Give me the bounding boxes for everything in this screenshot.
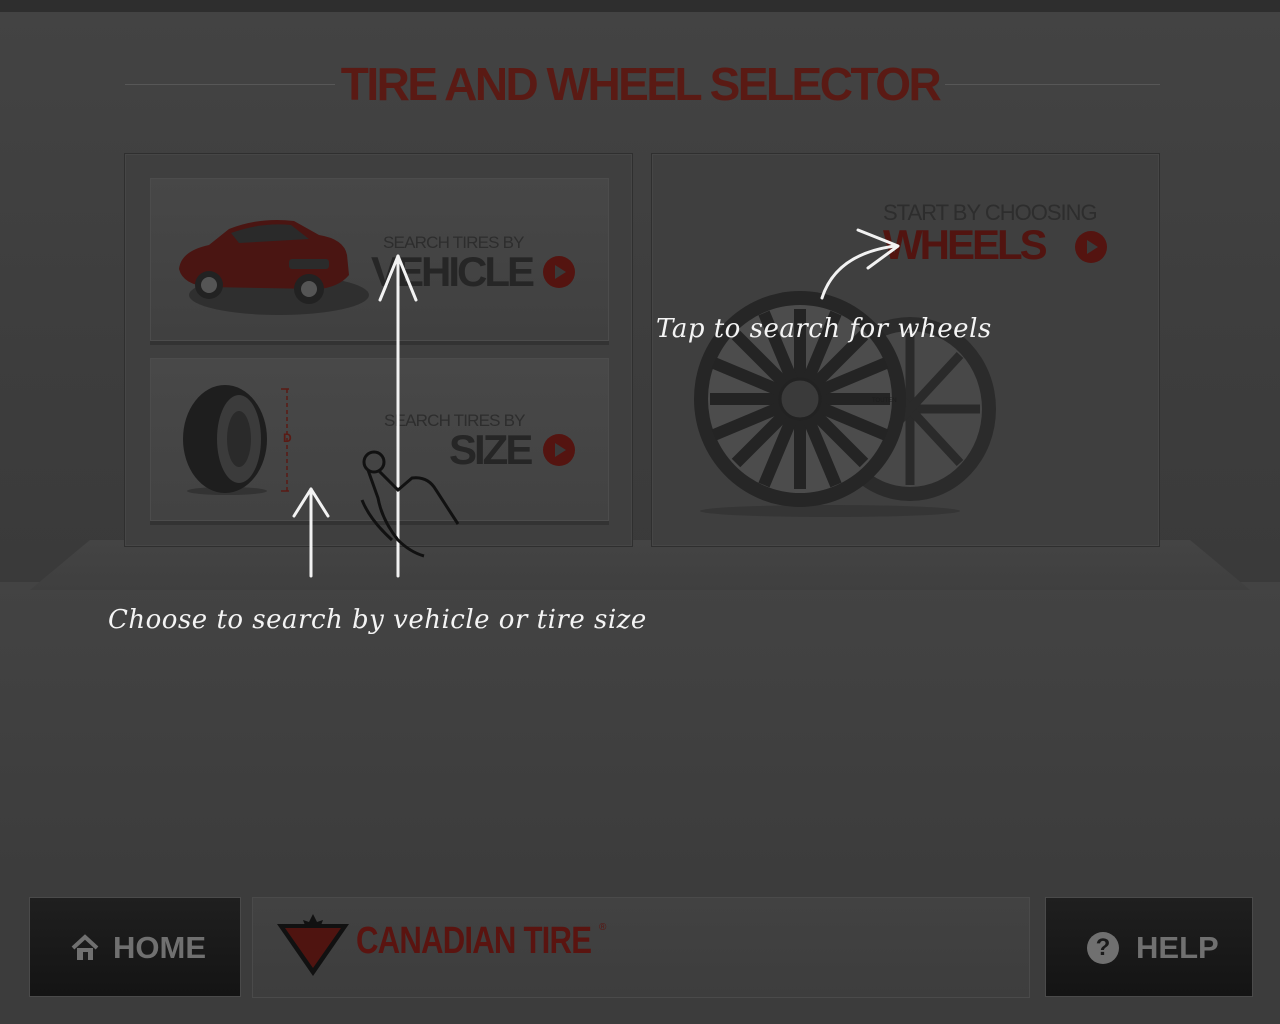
size-play-icon xyxy=(543,434,575,466)
shelf xyxy=(30,540,1250,590)
home-icon xyxy=(71,934,99,960)
wheels-big-label: WHEELS xyxy=(883,221,1048,268)
brand-name: CANADIAN TIRE xyxy=(356,920,592,962)
diameter-marker: D xyxy=(283,431,292,445)
home-label: HOME xyxy=(113,930,206,965)
brand-bar: CANADIAN TIRE ® xyxy=(252,897,1030,998)
vehicle-play-icon xyxy=(543,256,575,288)
red-car-image xyxy=(179,220,369,315)
hint-tires: Choose to search by vehicle or tire size xyxy=(108,605,647,635)
size-big-label: SIZE xyxy=(449,426,533,473)
help-icon: ? xyxy=(1087,932,1119,964)
hint-wheels: Tap to search for wheels xyxy=(656,314,992,344)
choose-wheels-card[interactable]: TOUTEN START BY CHOOSING WHEELS xyxy=(651,153,1160,547)
search-by-size-card[interactable]: D SEARCH TIRES BY SIZE xyxy=(150,358,609,521)
page-title: TIRE AND WHEEL SELECTOR xyxy=(340,58,942,110)
brand-registered-mark: ® xyxy=(599,922,607,933)
help-label: HELP xyxy=(1136,930,1219,965)
search-by-vehicle-card[interactable]: SEARCH TIRES BY VEHICLE xyxy=(150,178,609,341)
canadian-tire-logo xyxy=(277,914,349,976)
wheel-brand-text: TOUTEN xyxy=(872,398,897,404)
vehicle-big-label: VEHICLE xyxy=(371,248,535,295)
wheels-play-icon xyxy=(1075,231,1107,263)
top-bar xyxy=(0,0,1280,12)
home-button[interactable]: HOME xyxy=(29,897,241,997)
help-button[interactable]: ? HELP xyxy=(1045,897,1253,997)
